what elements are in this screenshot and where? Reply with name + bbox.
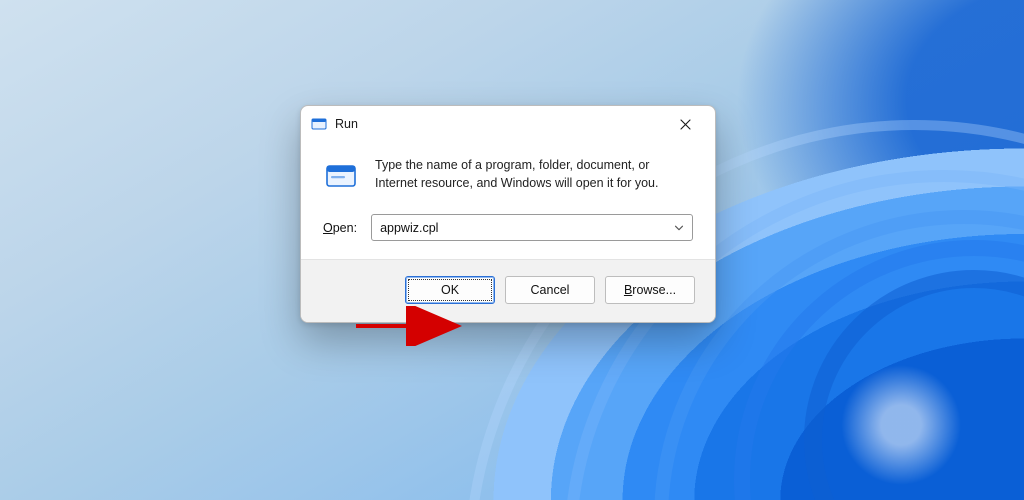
chevron-down-icon[interactable] [670,223,688,233]
open-label: Open: [323,221,357,235]
dialog-description: Type the name of a program, folder, docu… [375,156,693,194]
open-combobox[interactable] [371,214,693,241]
titlebar[interactable]: Run [301,106,715,142]
open-input[interactable] [380,221,670,235]
ok-button[interactable]: OK [405,276,495,304]
browse-button[interactable]: Browse... [605,276,695,304]
dialog-footer: OK Cancel Browse... [301,259,715,322]
run-big-icon [323,158,359,194]
run-dialog: Run Type the name of a program, folder, … [300,105,716,323]
close-icon [680,119,691,130]
run-app-icon [311,116,327,132]
close-button[interactable] [663,109,707,139]
dialog-title: Run [335,117,358,131]
desktop-wallpaper: Run Type the name of a program, folder, … [0,0,1024,500]
dialog-body: Type the name of a program, folder, docu… [301,142,715,259]
cancel-button[interactable]: Cancel [505,276,595,304]
